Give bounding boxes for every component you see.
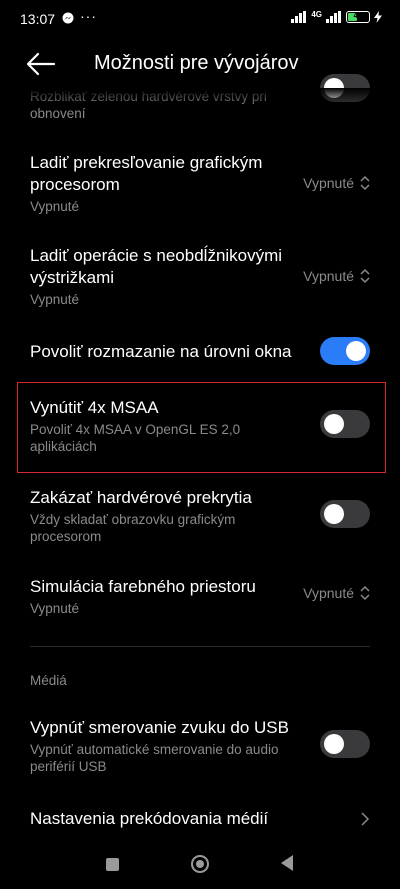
page-title: Možnosti pre vývojárov [94,52,299,74]
list-item-window-blur[interactable]: Povoliť rozmazanie na úrovni okna [0,337,400,370]
list-item-color-space[interactable]: Simulácia farebného priestoru Vypnuté Vy… [0,575,400,619]
item-value-text: Vypnuté [303,175,354,191]
item-subtitle: Povoliť 4x MSAA v OpenGL ES 2,0 aplikáci… [30,422,241,454]
item-title: Nastavenia prekódovania médií [30,809,269,828]
back-arrow-icon[interactable] [26,52,56,76]
list-item-force-4x-msaa[interactable]: Vynútiť 4x MSAA Povoliť 4x MSAA v OpenGL… [0,396,400,466]
item-subtitle: Vypnuté [30,601,80,616]
item-subtitle: Vypnuté [30,199,80,214]
up-down-chevron-icon [360,175,370,191]
toggle-switch[interactable] [320,730,370,758]
item-title: Ladiť prekresľovanie grafickým procesoro… [30,153,263,194]
status-icons: 4G 42 [291,9,382,23]
charging-icon [374,11,382,23]
toggle-switch[interactable] [320,500,370,528]
item-title: Zakázať hardvérové prekrytia [30,488,252,507]
back-triangle-icon[interactable] [281,855,293,871]
list-item-debug-gpu-overdraw[interactable]: Ladiť prekresľovanie grafickým procesoro… [0,150,400,220]
list-item-debug-non-rect-clip[interactable]: Ladiť operácie s neobdĺžnikovými výstriž… [0,243,400,313]
item-subtitle: Vždy skladať obrazovku grafickým proceso… [30,512,236,544]
more-notifications-icon: ··· [80,8,97,24]
chevron-right-icon [361,812,370,826]
toggle-switch[interactable] [320,337,370,365]
list-item-disable-usb-audio-routing[interactable]: Vypnúť smerovanie zvuku do USB Vypnúť au… [0,716,400,776]
signal-2-icon [326,11,341,23]
section-divider [30,646,370,647]
battery-level: 42 [353,11,363,20]
up-down-chevron-icon [360,268,370,284]
list-item-media-transcoding[interactable]: Nastavenia prekódovania médií [0,808,400,834]
signal-icon [291,11,307,23]
item-value-text: Vypnuté [303,585,354,601]
item-value-text: Vypnuté [303,268,354,284]
section-header-media: Médiá [30,673,67,688]
list-item-disable-hw-overlays[interactable]: Zakázať hardvérové prekrytia Vždy sklada… [0,486,400,556]
messenger-icon [62,12,74,24]
scroll-fade [0,88,400,106]
item-title: Povoliť rozmazanie na úrovni okna [30,342,292,361]
item-title: Ladiť operácie s neobdĺžnikovými výstriž… [30,246,283,287]
up-down-chevron-icon [360,585,370,601]
item-value[interactable]: Vypnuté [303,175,370,191]
item-subtitle: Vypnuté [30,292,80,307]
status-time: 13:07 [20,11,56,27]
item-title: Vypnúť smerovanie zvuku do USB [30,718,289,737]
item-value[interactable]: Vypnuté [303,268,370,284]
battery-icon: 42 [346,11,370,23]
item-value[interactable]: Vypnuté [303,585,370,601]
status-bar: 13:07 ··· 4G 42 [0,0,400,38]
item-subtitle: Vypnúť automatické smerovanie do audio p… [30,742,279,774]
home-icon[interactable] [191,855,209,873]
network-type-label: 4G [311,9,322,19]
item-title: Vynútiť 4x MSAA [30,398,159,417]
toggle-switch[interactable] [320,410,370,438]
system-nav-bar [0,841,400,889]
recent-apps-icon[interactable] [106,858,119,871]
item-title: Simulácia farebného priestoru [30,577,256,596]
